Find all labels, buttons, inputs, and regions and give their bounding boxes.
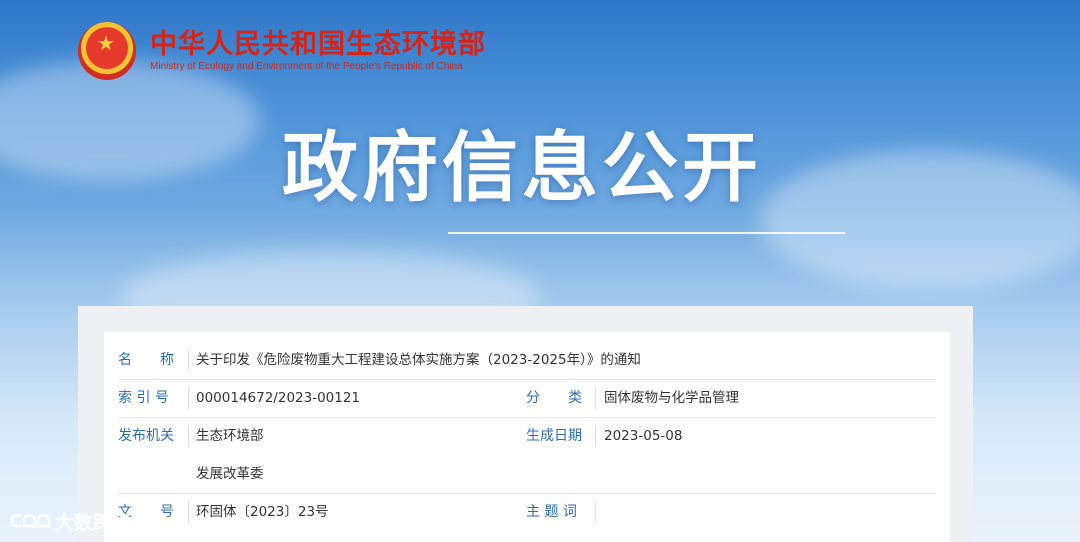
- info-row-issuer: 发布机关 生态环境部 发展改革委 生成日期 2023-05-08: [104, 417, 950, 493]
- site-header: ★ 中华人民共和国生态环境部 Ministry of Ecology and E…: [78, 22, 486, 80]
- column-divider: [595, 387, 596, 409]
- org-title: 中华人民共和国生态环境部 Ministry of Ecology and Env…: [150, 29, 486, 73]
- index-value: 000014672/2023-00121: [196, 390, 361, 406]
- org-name-cn: 中华人民共和国生态环境部: [150, 29, 486, 60]
- column-divider: [188, 501, 189, 523]
- hero-title: 政府信息公开: [282, 123, 762, 212]
- info-row-docno: 文 号 环固体〔2023〕23号 主 题 词: [104, 493, 950, 531]
- national-emblem-icon: ★: [78, 22, 136, 80]
- issuer-value-2: 发展改革委: [196, 466, 264, 482]
- index-label: 索 引 号: [118, 390, 169, 406]
- name-label: 名 称: [118, 352, 174, 368]
- category-value: 固体废物与化学品管理: [604, 390, 739, 406]
- column-divider: [188, 387, 189, 409]
- doc-no-value: 环固体〔2023〕23号: [196, 504, 329, 520]
- date-value: 2023-05-08: [604, 428, 683, 444]
- column-divider: [595, 425, 596, 447]
- category-label: 分 类: [526, 390, 582, 406]
- info-table: 名 称 关于印发《危险废物重大工程建设总体实施方案（2023-2025年）》的通…: [104, 332, 950, 542]
- subject-label: 主 题 词: [526, 504, 577, 520]
- name-value: 关于印发《危险废物重大工程建设总体实施方案（2023-2025年）》的通知: [196, 352, 641, 368]
- date-label: 生成日期: [526, 428, 582, 444]
- info-panel: 名 称 关于印发《危险废物重大工程建设总体实施方案（2023-2025年）》的通…: [78, 306, 973, 542]
- info-row-name: 名 称 关于印发《危险废物重大工程建设总体实施方案（2023-2025年）》的通…: [104, 341, 950, 379]
- column-divider: [188, 349, 189, 371]
- star-icon: ★: [97, 31, 115, 55]
- info-row-index: 索 引 号 000014672/2023-00121 分 类 固体废物与化学品管…: [104, 379, 950, 417]
- issuer-value-1: 生态环境部: [196, 428, 264, 444]
- column-divider: [188, 425, 189, 447]
- hero-underline: [448, 232, 845, 234]
- watermark-logo-icon: ᑕᗝᗝ: [10, 511, 51, 532]
- issuer-label: 发布机关: [118, 428, 174, 444]
- org-name-en: Ministry of Ecology and Environment of t…: [150, 61, 463, 72]
- watermark: ᑕᗝᗝ 大数跨境: [10, 508, 131, 535]
- cloud-decoration: [760, 150, 1080, 290]
- watermark-text: 大数跨境: [54, 512, 131, 534]
- column-divider: [595, 501, 596, 523]
